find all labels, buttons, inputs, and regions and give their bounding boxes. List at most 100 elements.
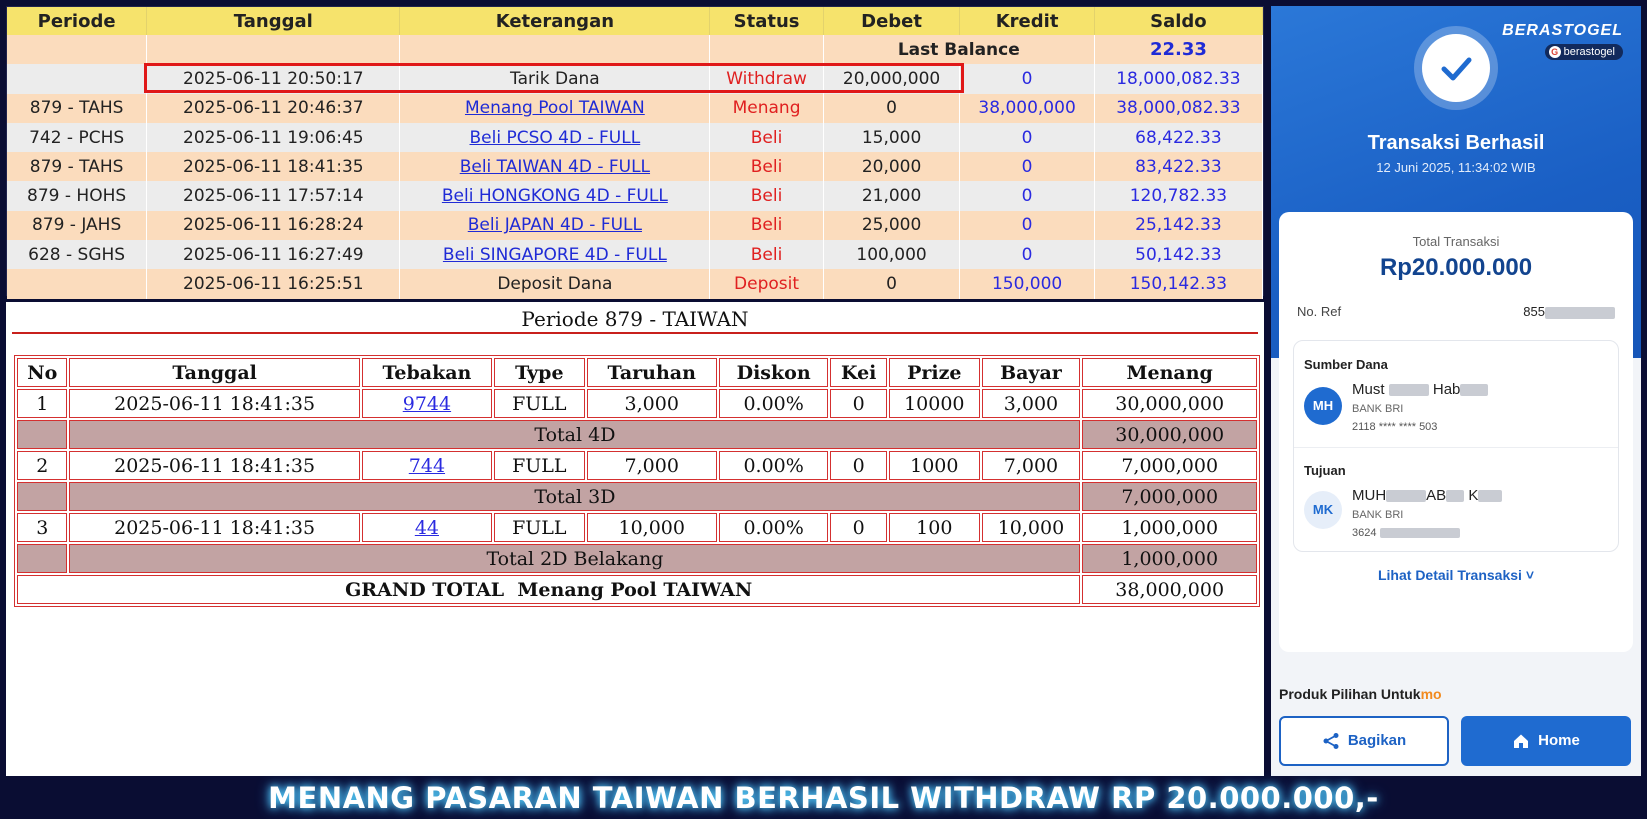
detail-col-header: Tebakan	[361, 358, 493, 387]
keterangan-cell[interactable]: Beli HONGKONG 4D - FULL	[399, 181, 711, 211]
tanggal-cell: 2025-06-11 18:41:35	[146, 152, 401, 182]
dest-bank: BANK BRI	[1352, 509, 1404, 521]
total-amount: Rp20.000.000	[1379, 254, 1533, 281]
brand-pill: Gberastogel	[1544, 44, 1623, 60]
share-button-label: Bagikan	[1347, 732, 1407, 749]
bet-tanggal-cell: 2025-06-11 18:41:35	[69, 513, 360, 542]
kredit-cell: 38,000,000	[959, 93, 1095, 123]
view-detail-link[interactable]: Lihat Detail Transaksi ˅	[1279, 567, 1633, 583]
bet-type-cell: FULL	[494, 451, 585, 480]
kredit-cell: 0	[959, 152, 1095, 182]
total-label: Total Transaksi	[1412, 234, 1500, 249]
detail-header-row: No Tanggal Tebakan Type Taruhan Diskon Kei Priz…	[17, 358, 1257, 387]
status-cell: Menang	[709, 93, 824, 123]
bet-no-cell: 1	[17, 389, 68, 418]
bet-row: 2 2025-06-11 18:41:35 744 FULL 7,000 0.00% 0 10…	[17, 451, 1257, 480]
share-icon	[1323, 733, 1339, 750]
empty-cell	[17, 420, 68, 449]
keterangan-cell[interactable]: Menang Pool TAIWAN	[399, 93, 711, 123]
status-cell: Beli	[709, 210, 824, 241]
bet-diskon-cell: 0.00%	[718, 389, 829, 418]
periode-cell: 879 - TAHS	[7, 93, 148, 123]
source-name-part: Must	[1352, 381, 1385, 398]
col-debet: Debet	[823, 7, 961, 35]
dest-name-part: K	[1468, 487, 1479, 504]
bet-menang-cell: 30,000,000	[1082, 389, 1257, 418]
debet-cell: 0	[823, 269, 961, 299]
bet-prize-cell: 10000	[889, 389, 980, 418]
col-keterangan: Keterangan	[399, 7, 711, 35]
debet-cell: 20,000	[823, 152, 961, 182]
keterangan-cell[interactable]: Beli PCSO 4D - FULL	[399, 122, 711, 153]
tebakan-link[interactable]: 744	[409, 455, 445, 477]
periode-cell: 742 - PCHS	[7, 122, 148, 153]
saldo-cell: 50,142.33	[1094, 240, 1264, 270]
last-balance-row: Last Balance 22.33	[7, 35, 1264, 65]
tanggal-cell: 2025-06-11 20:46:37	[146, 93, 401, 123]
debet-cell: 0	[823, 93, 961, 123]
subtotal-label: Total 2D Belakang	[69, 544, 1081, 573]
dest-account-prefix: 3624	[1352, 527, 1377, 539]
source-account: 2118 **** **** 503	[1352, 421, 1438, 433]
google-icon: G	[1548, 46, 1561, 58]
bet-bayar-cell: 10,000	[981, 513, 1081, 542]
redacted-blur	[1545, 306, 1615, 319]
bank-transfer-receipt: BERASTOGEL Gberastogel Transaksi Berhasi…	[1271, 6, 1641, 776]
home-button[interactable]: Home	[1461, 716, 1631, 766]
saldo-cell: 38,000,082.33	[1094, 93, 1264, 123]
col-saldo: Saldo	[1094, 7, 1264, 35]
periode-cell: 879 - JAHS	[7, 210, 148, 241]
success-check-icon	[1422, 34, 1490, 102]
bet-taruhan-cell: 7,000	[586, 451, 717, 480]
tanggal-cell: 2025-06-11 19:06:45	[146, 122, 401, 153]
bet-menang-cell: 7,000,000	[1082, 451, 1257, 480]
keterangan-cell[interactable]: Beli JAPAN 4D - FULL	[399, 210, 711, 241]
tanggal-cell: 2025-06-11 17:57:14	[146, 181, 401, 211]
subtotal-value: 1,000,000	[1082, 544, 1257, 573]
ledger-table: Periode Tanggal Keterangan Status Debet …	[7, 7, 1264, 299]
grand-total-label: GRAND TOTAL Menang Pool TAIWAN	[17, 575, 1081, 604]
brand-pill-text: berastogel	[1563, 46, 1615, 58]
bet-kei-cell: 0	[830, 513, 888, 542]
share-button[interactable]: Bagikan	[1279, 716, 1449, 766]
keterangan-cell[interactable]: Beli TAIWAN 4D - FULL	[399, 152, 711, 182]
redacted-blur	[1478, 490, 1503, 503]
saldo-cell: 25,142.33	[1094, 210, 1264, 241]
bet-bayar-cell: 7,000	[981, 451, 1081, 480]
ledger-row: 879 - TAHS 2025-06-11 18:41:35 Beli TAIWAN…	[7, 152, 1264, 182]
bet-no-cell: 3	[17, 513, 68, 542]
detail-col-header: Type	[494, 358, 585, 387]
periode-cell: 879 - TAHS	[7, 152, 148, 182]
periode-cell: 628 - SGHS	[7, 240, 148, 270]
kredit-cell: 0	[959, 240, 1095, 270]
periode-cell: 879 - HOHS	[7, 181, 148, 211]
period-detail-panel: Periode 879 - TAIWAN No Tanggal Tebakan Typ…	[6, 302, 1264, 776]
subtotal-value: 7,000,000	[1082, 482, 1257, 511]
dest-label: Tujuan	[1304, 463, 1346, 478]
subtotal-row: Total 4D 30,000,000	[17, 420, 1257, 449]
debet-cell: 21,000	[823, 181, 961, 211]
empty-cell	[146, 35, 401, 65]
title-divider	[12, 332, 1258, 334]
debet-cell: 25,000	[823, 210, 961, 241]
kredit-cell: 0	[959, 64, 1095, 94]
bet-diskon-cell: 0.00%	[718, 513, 829, 542]
keterangan-cell[interactable]: Beli SINGAPORE 4D - FULL	[399, 240, 711, 270]
bet-diskon-cell: 0.00%	[718, 451, 829, 480]
bet-prize-cell: 1000	[889, 451, 980, 480]
saldo-cell: 68,422.33	[1094, 122, 1264, 153]
ref-value-prefix: 855	[1523, 304, 1545, 319]
detail-col-header: Kei	[830, 358, 888, 387]
promo-caption: MENANG PASARAN TAIWAN BERHASIL WITHDRAW …	[268, 781, 1379, 815]
saldo-cell: 18,000,082.33	[1094, 64, 1264, 94]
subtotal-value: 30,000,000	[1082, 420, 1257, 449]
home-button-label: Home	[1538, 732, 1580, 749]
tebakan-link[interactable]: 44	[415, 517, 439, 539]
tanggal-cell: 2025-06-11 16:27:49	[146, 240, 401, 270]
kredit-cell: 150,000	[959, 269, 1095, 299]
tebakan-link[interactable]: 9744	[403, 393, 451, 415]
bet-row: 1 2025-06-11 18:41:35 9744 FULL 3,000 0.00% 0 1…	[17, 389, 1257, 418]
bet-tebakan-cell: 744	[361, 451, 493, 480]
transaction-datetime: 12 Juni 2025, 11:34:02 WIB	[1376, 160, 1536, 175]
detail-col-header: Diskon	[718, 358, 829, 387]
